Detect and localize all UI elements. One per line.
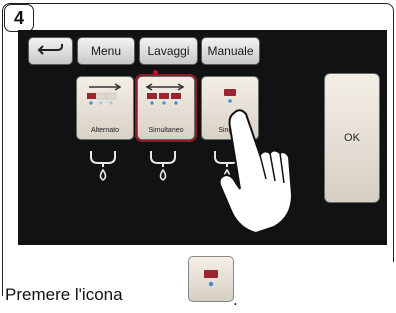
inline-single-dispense-icon (188, 256, 234, 302)
caption-text: Premere l'icona (5, 285, 123, 304)
tile-alternato[interactable]: Alternato (76, 76, 134, 140)
pointing-hand-icon (218, 109, 294, 235)
step-number-badge: 4 (4, 4, 34, 32)
back-button[interactable] (28, 37, 73, 65)
simultaneous-dispense-icon (145, 83, 185, 105)
menu-button[interactable]: Menu (77, 37, 135, 65)
indicator-dot (153, 70, 158, 75)
back-arrow-icon (37, 44, 63, 55)
manuale-button[interactable]: Manuale (201, 37, 260, 65)
tile-label-alternato: Alternato (90, 127, 120, 134)
spout-icon (90, 151, 116, 181)
lavaggi-button[interactable]: Lavaggi (139, 37, 198, 65)
frame-gap-right (372, 262, 396, 313)
spout-icon (150, 151, 176, 181)
ok-button[interactable]: OK (324, 73, 380, 203)
machine-display: Menu Lavaggi Manuale Alternato Simultane… (18, 30, 387, 245)
alternate-dispense-icon (87, 83, 122, 105)
instruction-caption: Premere l'icona (5, 285, 123, 305)
single-dispense-icon (204, 270, 218, 287)
tile-label-simultaneo: Simultaneo (148, 127, 184, 134)
tile-simultaneo[interactable]: Simultaneo (135, 74, 197, 142)
caption-period: . (233, 290, 238, 309)
